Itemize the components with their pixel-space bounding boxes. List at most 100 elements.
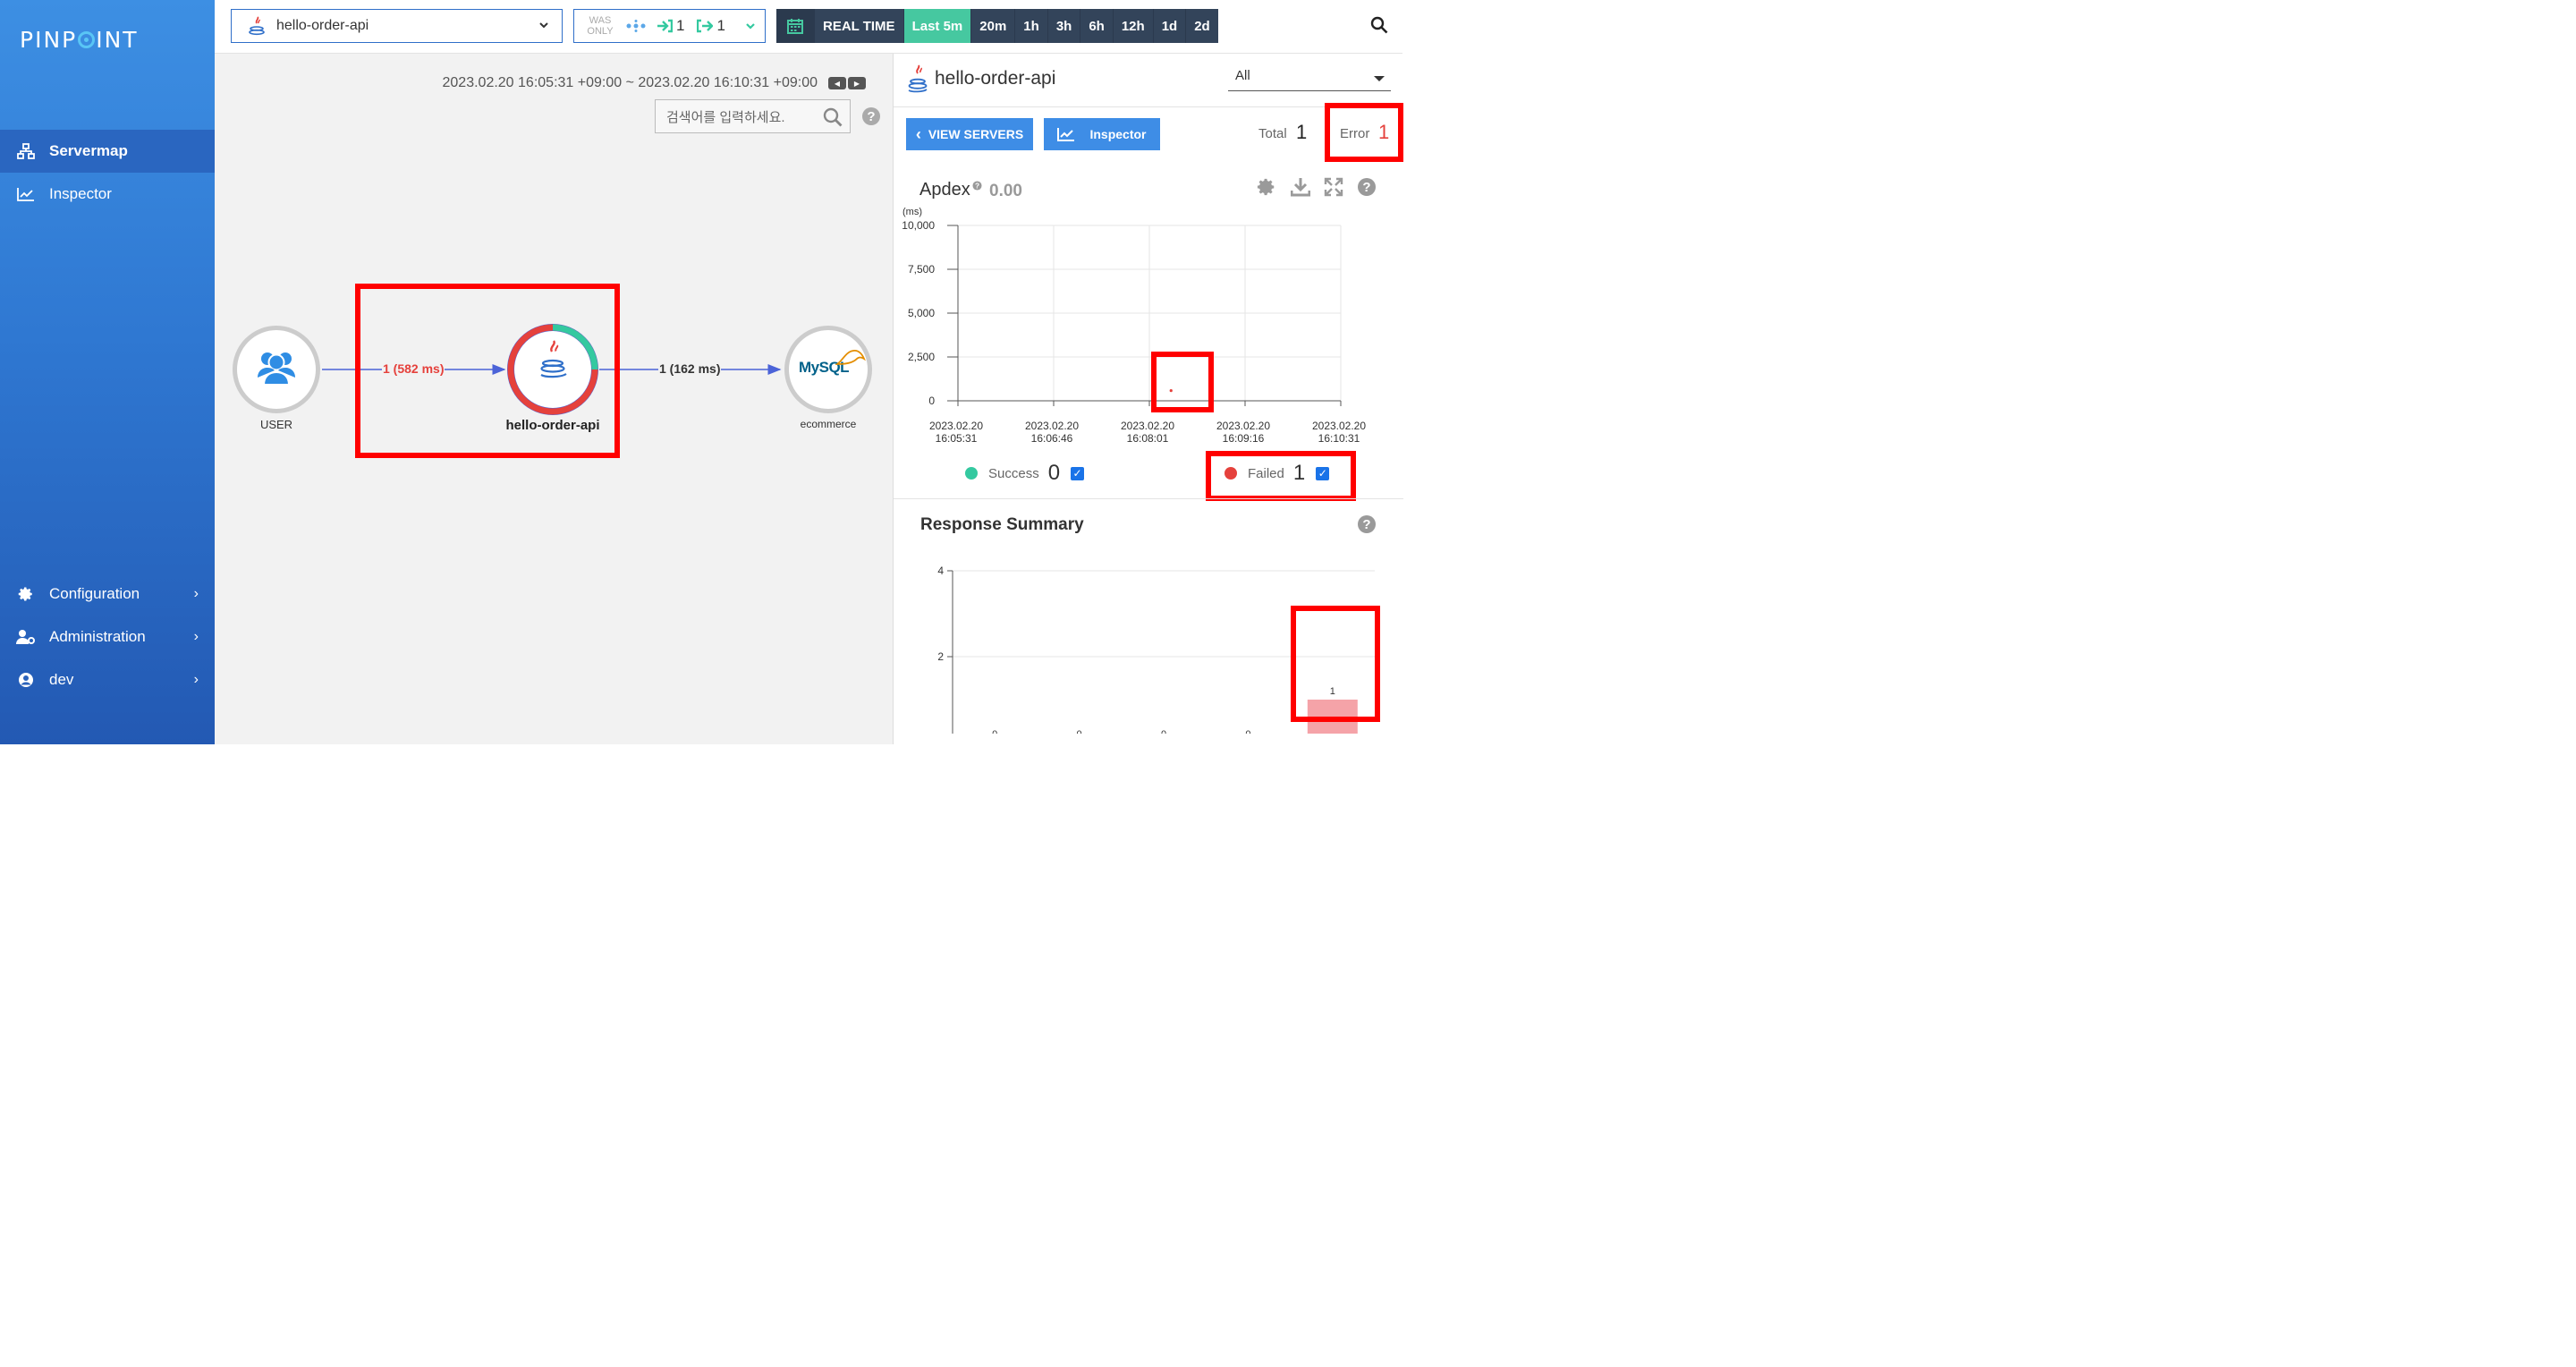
- user-icon: [16, 670, 36, 690]
- agent-filter-select[interactable]: All: [1228, 68, 1391, 91]
- edge-label-app-to-db[interactable]: 1 (162 ms): [658, 361, 722, 376]
- svg-text:?: ?: [975, 183, 979, 191]
- y-tick-label: 10,000: [902, 219, 935, 232]
- response-summary-title: Response Summary: [920, 515, 1084, 534]
- inspector-chart-icon: [1057, 127, 1075, 141]
- bar-value-label: 0: [1077, 729, 1082, 734]
- bar-value-label: 0: [1245, 729, 1250, 734]
- success-count: 0: [1047, 461, 1061, 485]
- users-icon: [258, 352, 295, 386]
- node-label-db: ecommerce: [800, 418, 857, 430]
- help-icon[interactable]: ?: [1357, 514, 1377, 539]
- node-user[interactable]: [233, 326, 320, 413]
- application-select[interactable]: hello-order-api: [231, 9, 563, 43]
- application-name: hello-order-api: [276, 18, 369, 33]
- help-icon[interactable]: ?: [972, 179, 982, 195]
- response-time-scatter-chart[interactable]: (ms)10,0007,5005,0002,50002023.02.2016:0…: [894, 201, 1403, 452]
- y-tick-label: 7,500: [908, 263, 935, 276]
- logo-text-right: INT: [96, 27, 139, 53]
- admin-user-icon: [16, 627, 36, 647]
- x-tick-label-date: 2023.02.20: [1025, 420, 1079, 432]
- was-filter[interactable]: WAS ONLY 1 1: [573, 9, 766, 43]
- y-tick-label: 0: [928, 395, 935, 407]
- gear-icon[interactable]: [1257, 177, 1276, 201]
- svg-text:?: ?: [1362, 180, 1370, 195]
- node-label-user: USER: [259, 418, 293, 431]
- total-label: Total: [1258, 126, 1287, 141]
- y-tick-label: 2,500: [908, 351, 935, 363]
- x-tick-label-time: 16:09:16: [1223, 432, 1265, 445]
- x-tick-label-date: 2023.02.20: [1312, 420, 1366, 432]
- y-axis-unit: (ms): [902, 207, 922, 217]
- sidebar-item-label: Inspector: [49, 185, 112, 202]
- chevron-right-icon: ›: [193, 629, 199, 644]
- time-button-1d[interactable]: 1d: [1152, 9, 1186, 43]
- time-button-last5m[interactable]: Last 5m: [902, 9, 971, 43]
- success-checkbox[interactable]: ✓: [1071, 466, 1085, 480]
- detail-title: hello-order-api: [935, 68, 1056, 89]
- sidebar-item-administration[interactable]: Administration ›: [0, 616, 215, 658]
- chevron-down-icon[interactable]: [745, 21, 756, 31]
- divider: [894, 498, 1403, 499]
- chevron-right-icon: ›: [193, 586, 199, 601]
- highlight-box-failed-point: [1151, 352, 1214, 412]
- inspector-button[interactable]: Inspector: [1044, 118, 1160, 150]
- y-tick-label: 5,000: [908, 307, 935, 319]
- java-icon: [906, 64, 929, 98]
- caret-down-icon: [1373, 72, 1385, 87]
- time-button-3h[interactable]: 3h: [1046, 9, 1080, 43]
- view-servers-button[interactable]: ‹ VIEW SERVERS: [906, 118, 1033, 150]
- inbound-icon: [657, 19, 673, 33]
- sidebar-item-label: Administration: [49, 628, 146, 645]
- y-tick-label: 4: [937, 565, 944, 577]
- outbound-icon: [697, 19, 714, 33]
- detail-panel: hello-order-api All ‹ VIEW SERVERS Inspe…: [893, 54, 1403, 744]
- sidebar-item-label: Configuration: [49, 585, 140, 602]
- svg-text:?: ?: [1362, 517, 1370, 532]
- logo-text-left: PINP: [20, 27, 78, 53]
- apdex-value: 0.00: [989, 182, 1022, 200]
- search-icon[interactable]: [1370, 16, 1388, 38]
- sidebar: PINP INT Servermap Inspector Configuratio…: [0, 0, 215, 744]
- chevron-left-icon: ‹: [915, 125, 921, 143]
- top-bar: hello-order-api WAS ONLY 1 1 REAL TIME L…: [215, 0, 1402, 54]
- help-icon[interactable]: ?: [1357, 177, 1377, 201]
- time-button-20m[interactable]: 20m: [970, 9, 1014, 43]
- logo-o-icon: [78, 31, 96, 48]
- was-only-toggle[interactable]: WAS ONLY: [587, 15, 614, 37]
- sidebar-item-label: dev: [49, 671, 74, 688]
- highlight-box-error-bar: [1291, 606, 1380, 722]
- servermap-panel: 2023.02.20 16:05:31 +09:00 ~ 2023.02.20 …: [215, 54, 893, 744]
- x-tick-label-date: 2023.02.20: [1121, 420, 1174, 432]
- time-button-1h[interactable]: 1h: [1014, 9, 1047, 43]
- expand-icon[interactable]: [1324, 177, 1343, 201]
- bar-value-label: 0: [1161, 729, 1166, 734]
- x-tick-label-date: 2023.02.20: [929, 420, 983, 432]
- dolphin-icon: [835, 349, 866, 365]
- sidebar-item-label: Servermap: [49, 142, 128, 159]
- chevron-right-icon: ›: [193, 672, 199, 687]
- time-button-realtime[interactable]: REAL TIME: [814, 9, 903, 43]
- download-icon[interactable]: [1290, 177, 1311, 201]
- highlight-box-error: [1325, 103, 1403, 162]
- inspector-chart-icon: [16, 184, 36, 204]
- node-db[interactable]: MySQL: [784, 326, 872, 413]
- x-tick-label-time: 16:06:46: [1031, 432, 1073, 445]
- time-button-6h[interactable]: 6h: [1080, 9, 1113, 43]
- calendar-icon[interactable]: [776, 9, 814, 43]
- java-icon: [246, 15, 267, 37]
- sidebar-item-configuration[interactable]: Configuration ›: [0, 573, 215, 616]
- x-tick-label-date: 2023.02.20: [1216, 420, 1270, 432]
- sidebar-item-inspector[interactable]: Inspector: [0, 173, 215, 216]
- x-tick-label-time: 16:10:31: [1318, 432, 1360, 445]
- sidebar-item-servermap[interactable]: Servermap: [0, 130, 215, 173]
- time-button-2d[interactable]: 2d: [1185, 9, 1218, 43]
- time-button-12h[interactable]: 12h: [1112, 9, 1153, 43]
- legend-success: Success 0 ✓: [965, 461, 1085, 486]
- outbound-count: 1: [716, 17, 725, 34]
- pinpoint-logo[interactable]: PINP INT: [20, 27, 139, 53]
- chevron-down-icon: [538, 19, 549, 35]
- sidebar-item-dev[interactable]: dev ›: [0, 658, 215, 701]
- highlight-box-failed-legend: [1206, 451, 1356, 501]
- gear-icon: [16, 584, 36, 604]
